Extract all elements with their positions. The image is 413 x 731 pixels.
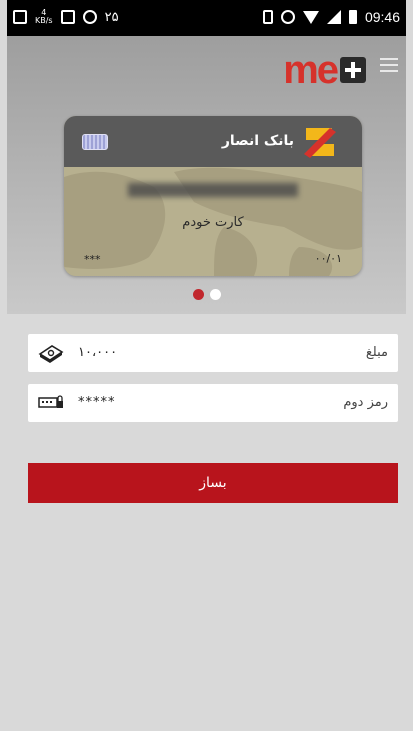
kbs-unit: KB/s (35, 16, 53, 25)
bank-name: بانک انصار (221, 133, 294, 149)
carousel-dot-1[interactable] (192, 289, 204, 300)
create-button[interactable]: بساز (28, 463, 398, 503)
card-cvv: *** (84, 253, 101, 266)
battery-icon (348, 10, 357, 24)
plus-icon (340, 57, 366, 83)
bank-card[interactable]: بانک انصار کارت خودم *** ۰۰/۰۱ (64, 116, 362, 276)
second-pin-field[interactable]: ***** رمز دوم (28, 384, 398, 422)
image-icon (60, 10, 75, 24)
card-chip-icon (82, 134, 108, 150)
vpn-icon (82, 10, 97, 24)
card-number-masked (128, 183, 298, 197)
amount-field[interactable]: ۱۰،۰۰۰ مبلغ (28, 334, 398, 372)
notification-icon (13, 10, 27, 24)
app-logo: me (283, 50, 366, 90)
pin-value: ***** (78, 395, 116, 410)
status-bar: 4 KB/s ۲۵ 09:46 (7, 0, 406, 36)
status-time: 09:46 (364, 9, 400, 25)
card-label: کارت خودم (182, 215, 244, 230)
card-expiry: ۰۰/۰۱ (314, 252, 342, 265)
vibrate-icon (262, 10, 273, 24)
pin-label: رمز دوم (343, 395, 388, 410)
money-stack-icon (38, 345, 64, 363)
app-frame: 4 KB/s ۲۵ 09:46 me بانک انصار کارت خودم … (7, 0, 406, 731)
alarm-icon (280, 10, 295, 24)
carousel-dot-2[interactable] (209, 289, 221, 300)
speed-kbs-icon: 4 KB/s (35, 9, 53, 25)
amount-label: مبلغ (365, 345, 388, 360)
logo-text: me (283, 48, 339, 92)
status-number: ۲۵ (104, 9, 119, 25)
keypad-icon (38, 395, 63, 408)
signal-icon (326, 10, 341, 24)
bank-logo-icon (304, 128, 336, 158)
status-right: 09:46 (262, 9, 400, 25)
card-area: me بانک انصار کارت خودم *** ۰۰/۰۱ (7, 36, 406, 314)
amount-value: ۱۰،۰۰۰ (78, 345, 118, 360)
carousel-indicator (7, 289, 406, 300)
hamburger-icon[interactable] (380, 58, 398, 72)
wifi-icon (302, 10, 319, 24)
status-left: 4 KB/s ۲۵ (13, 9, 119, 25)
